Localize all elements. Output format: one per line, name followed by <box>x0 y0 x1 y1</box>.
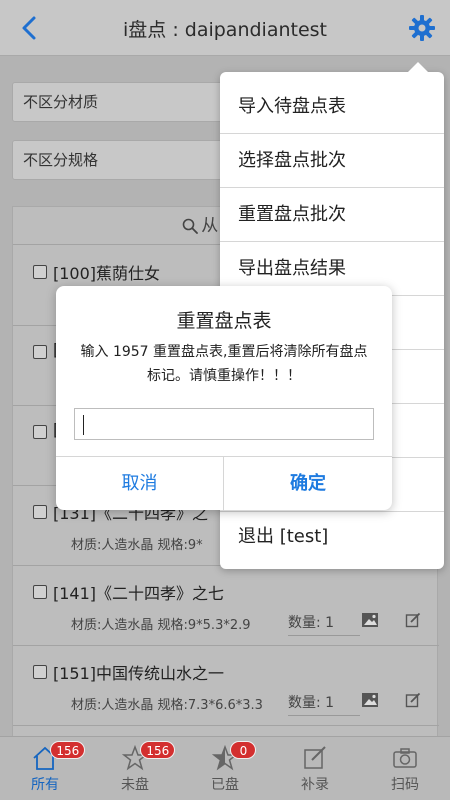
edit-icon <box>304 746 326 769</box>
menu-item-reset-batch[interactable]: 重置盘点批次 <box>220 188 444 242</box>
edit-icon[interactable] <box>405 612 421 628</box>
text-caret <box>83 415 84 435</box>
camera-icon <box>393 748 417 768</box>
item-quantity[interactable]: 数量: 1 <box>288 612 360 636</box>
bottom-tab-bar: 156 所有 156 未盘 0 已盘 补录 扫码 <box>0 736 450 800</box>
tab-scan[interactable]: 扫码 <box>360 737 450 800</box>
tab-badge: 156 <box>50 741 86 759</box>
tab-label: 补录 <box>301 777 329 793</box>
item-checkbox[interactable] <box>33 585 47 599</box>
reset-dialog: 重置盘点表 输入 1957 重置盘点表,重置后将清除所有盘点标记。请慎重操作！！… <box>56 286 392 511</box>
page-title: i盘点 : daipandiantest <box>123 19 327 41</box>
list-item[interactable]: [151]中国传统山水之一 材质:人造水晶 规格:7.3*6.6*3.3 数量:… <box>13 646 439 726</box>
image-icon[interactable] <box>361 612 379 628</box>
list-item[interactable]: [141]《二十四孝》之七 材质:人造水晶 规格:9*5.3*2.9 数量: 1 <box>13 566 439 646</box>
app-header: i盘点 : daipandiantest <box>0 0 450 56</box>
tab-unchecked[interactable]: 156 未盘 <box>90 737 180 800</box>
item-meta: 材质:人造水晶 规格:9* <box>71 538 203 553</box>
item-name: [100]蕉荫仕女 <box>53 264 161 283</box>
dialog-footer: 取消 确定 <box>56 456 392 511</box>
item-checkbox[interactable] <box>33 265 47 279</box>
confirm-button[interactable]: 确定 <box>224 457 392 511</box>
image-icon[interactable] <box>361 692 379 708</box>
edit-icon[interactable] <box>405 692 421 708</box>
gear-icon[interactable] <box>408 14 436 42</box>
tab-supplement[interactable]: 补录 <box>270 737 360 800</box>
dialog-message: 输入 1957 重置盘点表,重置后将清除所有盘点标记。请慎重操作！！！ <box>80 344 368 384</box>
item-checkbox[interactable] <box>33 345 47 359</box>
item-name: [151]中国传统山水之一 <box>53 664 225 683</box>
item-checkbox[interactable] <box>33 505 47 519</box>
item-meta: 材质:人造水晶 规格:9*5.3*2.9 <box>71 618 251 633</box>
tab-badge: 156 <box>140 741 176 759</box>
tab-badge: 0 <box>230 741 257 759</box>
search-icon <box>182 218 199 234</box>
tab-all[interactable]: 156 所有 <box>0 737 90 800</box>
item-name: [141]《二十四孝》之七 <box>53 584 225 603</box>
item-checkbox[interactable] <box>33 665 47 679</box>
menu-item-logout[interactable]: 退出 [test] <box>220 510 444 564</box>
menu-item-import[interactable]: 导入待盘点表 <box>220 80 444 134</box>
cancel-button[interactable]: 取消 <box>56 457 224 511</box>
menu-item-select-batch[interactable]: 选择盘点批次 <box>220 134 444 188</box>
tab-label: 扫码 <box>391 777 419 793</box>
item-meta: 材质:人造水晶 规格:7.3*6.6*3.3 <box>71 698 263 713</box>
item-quantity[interactable]: 数量: 1 <box>288 692 360 716</box>
item-checkbox[interactable] <box>33 425 47 439</box>
tab-label: 所有 <box>31 777 59 793</box>
confirm-code-input[interactable] <box>74 408 374 440</box>
tab-label: 已盘 <box>211 777 239 793</box>
dialog-title: 重置盘点表 <box>176 310 272 332</box>
tab-checked[interactable]: 0 已盘 <box>180 737 270 800</box>
tab-label: 未盘 <box>121 777 149 793</box>
